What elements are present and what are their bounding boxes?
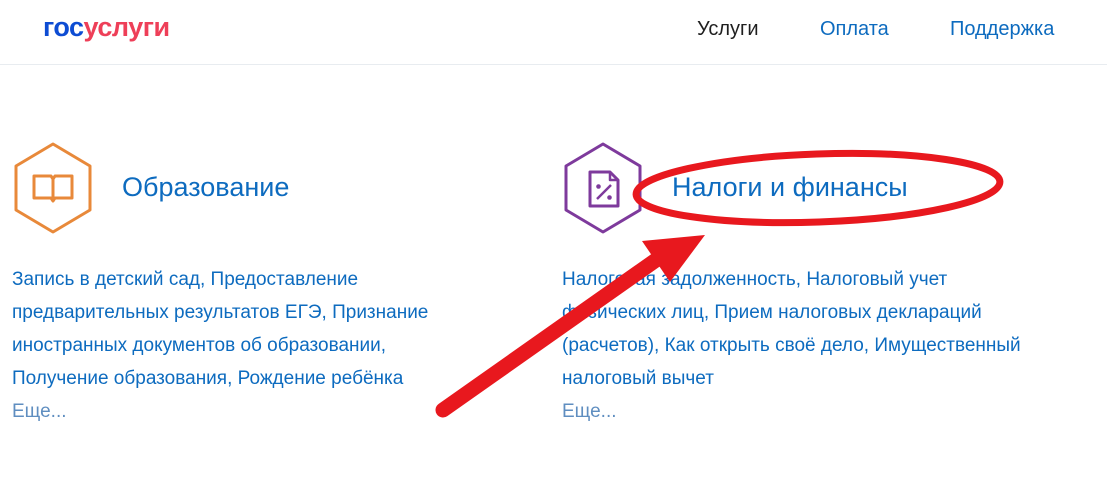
- category-title-education[interactable]: Образование: [122, 172, 289, 203]
- nav-support[interactable]: Поддержка: [950, 18, 1054, 41]
- category-title-taxes[interactable]: Налоги и финансы: [672, 172, 908, 203]
- taxes-more-link[interactable]: Еще...: [562, 395, 1022, 428]
- taxes-services-list[interactable]: Налоговая задолженность, Налоговый учет …: [562, 269, 1021, 389]
- category-description-taxes: Налоговая задолженность, Налоговый учет …: [562, 263, 1022, 428]
- open-book-icon[interactable]: [10, 140, 96, 236]
- nav-services[interactable]: Услуги: [697, 18, 759, 41]
- logo-text-gos: гос: [43, 12, 84, 42]
- education-services-list[interactable]: Запись в детский сад, Предоставление пре…: [12, 269, 428, 389]
- logo-text-uslugi: услуги: [83, 12, 171, 42]
- education-more-link[interactable]: Еще...: [12, 395, 442, 428]
- tax-document-percent-icon[interactable]: [560, 140, 646, 236]
- site-header: госуслуги Услуги Оплата Поддержка: [0, 0, 1107, 65]
- gosuslugi-logo[interactable]: госуслуги: [43, 12, 170, 43]
- category-description-education: Запись в детский сад, Предоставление пре…: [12, 263, 442, 428]
- nav-payment[interactable]: Оплата: [820, 18, 889, 41]
